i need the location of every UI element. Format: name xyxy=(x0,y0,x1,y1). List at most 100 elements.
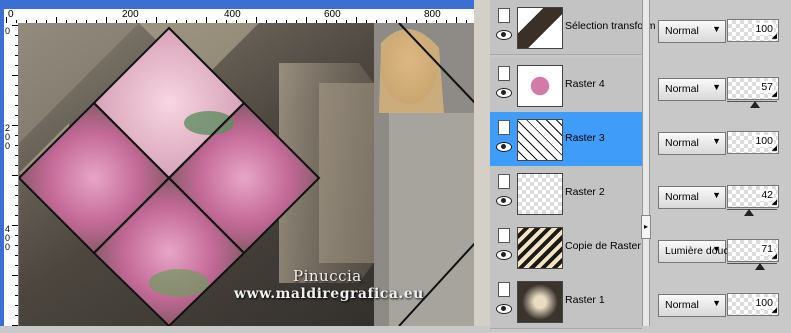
resize-corner-icon: ◢ xyxy=(771,307,777,314)
opacity-control[interactable]: 100 ◢ xyxy=(727,293,779,333)
slider-knob[interactable] xyxy=(744,209,754,216)
ruler-tick xyxy=(12,125,18,126)
chevron-down-icon: ▼ xyxy=(712,24,721,34)
ruler-tick xyxy=(15,205,18,206)
document-icon xyxy=(498,120,510,135)
ruler-label: 0 xyxy=(8,9,14,20)
blend-mode-value: Lumière douce xyxy=(665,245,735,257)
resize-corner-icon: ◢ xyxy=(771,91,777,98)
opacity-slider[interactable] xyxy=(727,263,777,270)
opacity-control[interactable]: 100 ◢ xyxy=(727,19,779,59)
document-icon xyxy=(498,282,510,297)
opacity-field[interactable]: 100 ◢ xyxy=(727,293,779,316)
eye-icon[interactable] xyxy=(496,88,512,98)
ruler-tick xyxy=(15,215,18,216)
layer-name: Raster 1 xyxy=(565,294,605,306)
opacity-control[interactable]: 100 ◢ xyxy=(727,131,779,171)
layer-row[interactable]: Copie de Raster 1 xyxy=(490,220,650,275)
layer-thumbnail xyxy=(517,173,563,215)
blend-mode-dropdown[interactable]: Normal ▼ xyxy=(658,186,726,209)
blend-mode-value: Normal xyxy=(665,83,699,95)
opacity-control[interactable]: 71 ◢ xyxy=(727,239,779,279)
opacity-control[interactable]: 57 ◢ xyxy=(727,77,779,117)
opacity-field[interactable]: 57 ◢ xyxy=(727,77,779,100)
blend-mode-dropdown[interactable]: Normal ▼ xyxy=(658,132,726,155)
resize-corner-icon: ◢ xyxy=(771,253,777,260)
blend-mode-dropdown[interactable]: Normal ▼ xyxy=(658,20,726,43)
document-icon xyxy=(498,8,510,23)
layer-row[interactable]: Raster 3 xyxy=(490,112,642,167)
ruler-tick xyxy=(15,115,18,116)
layer-row[interactable]: Raster 1 xyxy=(490,274,642,329)
blend-mode-value: Normal xyxy=(665,299,699,311)
document-icon xyxy=(498,66,510,81)
ruler-tick xyxy=(12,225,18,226)
opacity-field[interactable]: 71 ◢ xyxy=(727,239,779,262)
blend-mode-dropdown[interactable]: Lumière douce ▼ xyxy=(658,240,734,263)
ruler-label: 200 xyxy=(122,9,139,20)
document-icon xyxy=(498,174,510,189)
ruler-tick xyxy=(15,155,18,156)
ruler-tick xyxy=(15,55,18,56)
ruler-label: 4 0 0 xyxy=(5,224,11,252)
ruler-label: 400 xyxy=(224,9,241,20)
ruler-tick xyxy=(15,195,18,196)
layer-row[interactable]: Raster 2 xyxy=(490,166,642,221)
opacity-field[interactable]: 42 ◢ xyxy=(727,185,779,208)
ruler-vertical: 0 2 0 0 4 0 0 xyxy=(4,23,19,326)
ruler-horizontal: 0 200 400 600 800 xyxy=(4,9,474,24)
layer-row[interactable]: Raster 4 xyxy=(490,58,642,113)
layer-name: Raster 2 xyxy=(565,186,605,198)
image-canvas[interactable] xyxy=(19,23,475,326)
blend-mode-value: Normal xyxy=(665,137,699,149)
layer-icons xyxy=(496,6,514,48)
eye-icon[interactable] xyxy=(496,142,512,152)
opacity-field[interactable]: 100 ◢ xyxy=(727,19,779,42)
layer-icons xyxy=(496,118,514,160)
eye-icon[interactable] xyxy=(496,30,512,40)
chevron-down-icon: ▼ xyxy=(712,190,721,200)
eye-icon[interactable] xyxy=(496,304,512,314)
layer-icons xyxy=(496,280,514,322)
opacity-field[interactable]: 100 ◢ xyxy=(727,131,779,154)
chevron-down-icon: ▼ xyxy=(712,298,721,308)
layer-thumbnail xyxy=(517,7,563,49)
ruler-tick xyxy=(15,235,18,236)
ruler-tick xyxy=(15,285,18,286)
layer-name: Raster 3 xyxy=(565,132,605,144)
slider-knob[interactable] xyxy=(755,263,765,270)
eye-icon[interactable] xyxy=(496,196,512,206)
ruler-label: 800 xyxy=(424,9,441,20)
layer-row[interactable]: Sélection transform xyxy=(490,0,655,55)
slider-knob[interactable] xyxy=(750,101,760,108)
blend-mode-value: Normal xyxy=(665,25,699,37)
palette-divider[interactable] xyxy=(642,0,650,326)
layer-icons xyxy=(496,64,514,106)
ruler-tick xyxy=(15,265,18,266)
ruler-label: 0 xyxy=(5,26,11,36)
ruler-tick xyxy=(15,105,18,106)
blend-mode-dropdown[interactable]: Normal ▼ xyxy=(658,294,726,317)
ruler-tick xyxy=(15,35,18,36)
ruler-tick xyxy=(12,175,18,176)
ruler-tick xyxy=(12,275,18,276)
blend-mode-dropdown[interactable]: Normal ▼ xyxy=(658,78,726,101)
artwork-image xyxy=(19,23,475,326)
ruler-tick xyxy=(12,25,18,26)
layer-thumbnail xyxy=(517,281,563,323)
ruler-tick xyxy=(15,65,18,66)
opacity-slider[interactable] xyxy=(727,209,777,216)
layer-thumbnail xyxy=(517,65,563,107)
opacity-control[interactable]: 42 ◢ xyxy=(727,185,779,225)
ruler-tick xyxy=(12,75,18,76)
chevron-down-icon: ▼ xyxy=(712,244,721,254)
ruler-tick xyxy=(15,145,18,146)
ruler-label: 2 0 0 xyxy=(5,123,11,151)
arrow-right-icon[interactable]: ▸ xyxy=(641,215,651,239)
opacity-slider[interactable] xyxy=(727,101,777,108)
layer-icons xyxy=(496,226,514,268)
ruler-tick xyxy=(15,315,18,316)
layer-name: Copie de Raster 1 xyxy=(565,240,650,252)
blend-mode-value: Normal xyxy=(665,191,699,203)
eye-icon[interactable] xyxy=(496,250,512,260)
